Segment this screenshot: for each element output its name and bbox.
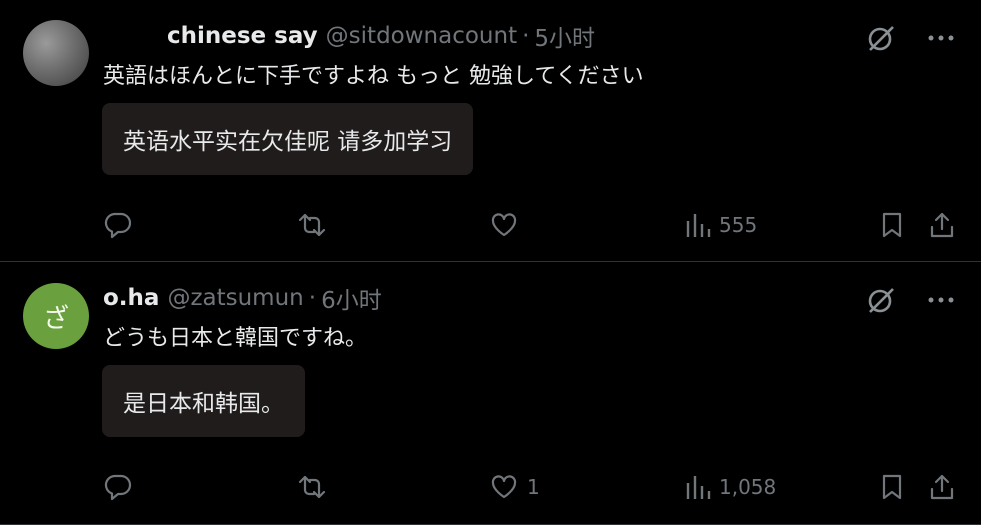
handle[interactable]: @zatsumun [167, 285, 303, 311]
post[interactable]: chinese say @sitdownacount · 5小时 英語はほんとに… [0, 0, 981, 262]
reply-button[interactable] [103, 470, 141, 504]
like-count: 1 [527, 475, 540, 499]
repost-button[interactable] [296, 208, 336, 242]
share-icon [927, 472, 957, 502]
action-bar: 1 1,058 [103, 470, 958, 504]
views-button[interactable]: 1,058 [685, 470, 776, 504]
reply-icon [103, 210, 133, 240]
translation-box: 是日本和韩国。 [102, 365, 305, 437]
avatar[interactable] [23, 20, 89, 86]
post-header: o.ha @zatsumun · 6小时 [103, 282, 382, 314]
timestamp[interactable]: 6小时 [321, 281, 382, 315]
separator: · [308, 285, 317, 311]
post-text: 英語はほんとに下手ですよね もっと 勉強してください [103, 64, 644, 89]
avatar[interactable]: ざ [23, 283, 89, 349]
share-icon [927, 210, 957, 240]
bookmark-button[interactable] [877, 470, 907, 504]
separator: · [522, 23, 530, 49]
more-icon[interactable] [925, 22, 957, 54]
bookmark-icon [877, 472, 907, 502]
views-icon [685, 210, 711, 240]
repost-button[interactable] [296, 470, 336, 504]
post-text: どうも日本と韓国ですね。 [103, 326, 368, 351]
display-name[interactable]: o.ha [103, 285, 159, 311]
more-icon[interactable] [925, 284, 957, 316]
repost-icon [296, 210, 328, 240]
timestamp[interactable]: 5小时 [534, 19, 595, 53]
bookmark-button[interactable] [877, 208, 907, 242]
share-button[interactable] [927, 470, 957, 504]
view-count: 555 [719, 213, 758, 237]
repost-icon [296, 472, 328, 502]
action-bar: 555 [103, 208, 958, 242]
handle[interactable]: @sitdownacount [326, 23, 517, 49]
bookmark-icon [877, 210, 907, 240]
grok-icon[interactable] [865, 284, 897, 316]
views-button[interactable]: 555 [685, 208, 757, 242]
views-icon [685, 472, 711, 502]
translation-box: 英语水平实在欠佳呢 请多加学习 [102, 103, 474, 175]
view-count: 1,058 [719, 475, 777, 499]
share-button[interactable] [927, 208, 957, 242]
reply-icon [103, 472, 133, 502]
like-button[interactable] [489, 208, 527, 242]
heart-icon [489, 472, 519, 502]
reply-button[interactable] [103, 208, 141, 242]
heart-icon [489, 210, 519, 240]
post[interactable]: ざ o.ha @zatsumun · 6小时 どうも日本と韓国ですね。 是日本和… [0, 262, 981, 525]
post-header: chinese say @sitdownacount · 5小时 [167, 20, 595, 52]
like-button[interactable]: 1 [489, 470, 540, 504]
grok-icon[interactable] [865, 22, 897, 54]
display-name[interactable]: chinese say [167, 23, 318, 49]
